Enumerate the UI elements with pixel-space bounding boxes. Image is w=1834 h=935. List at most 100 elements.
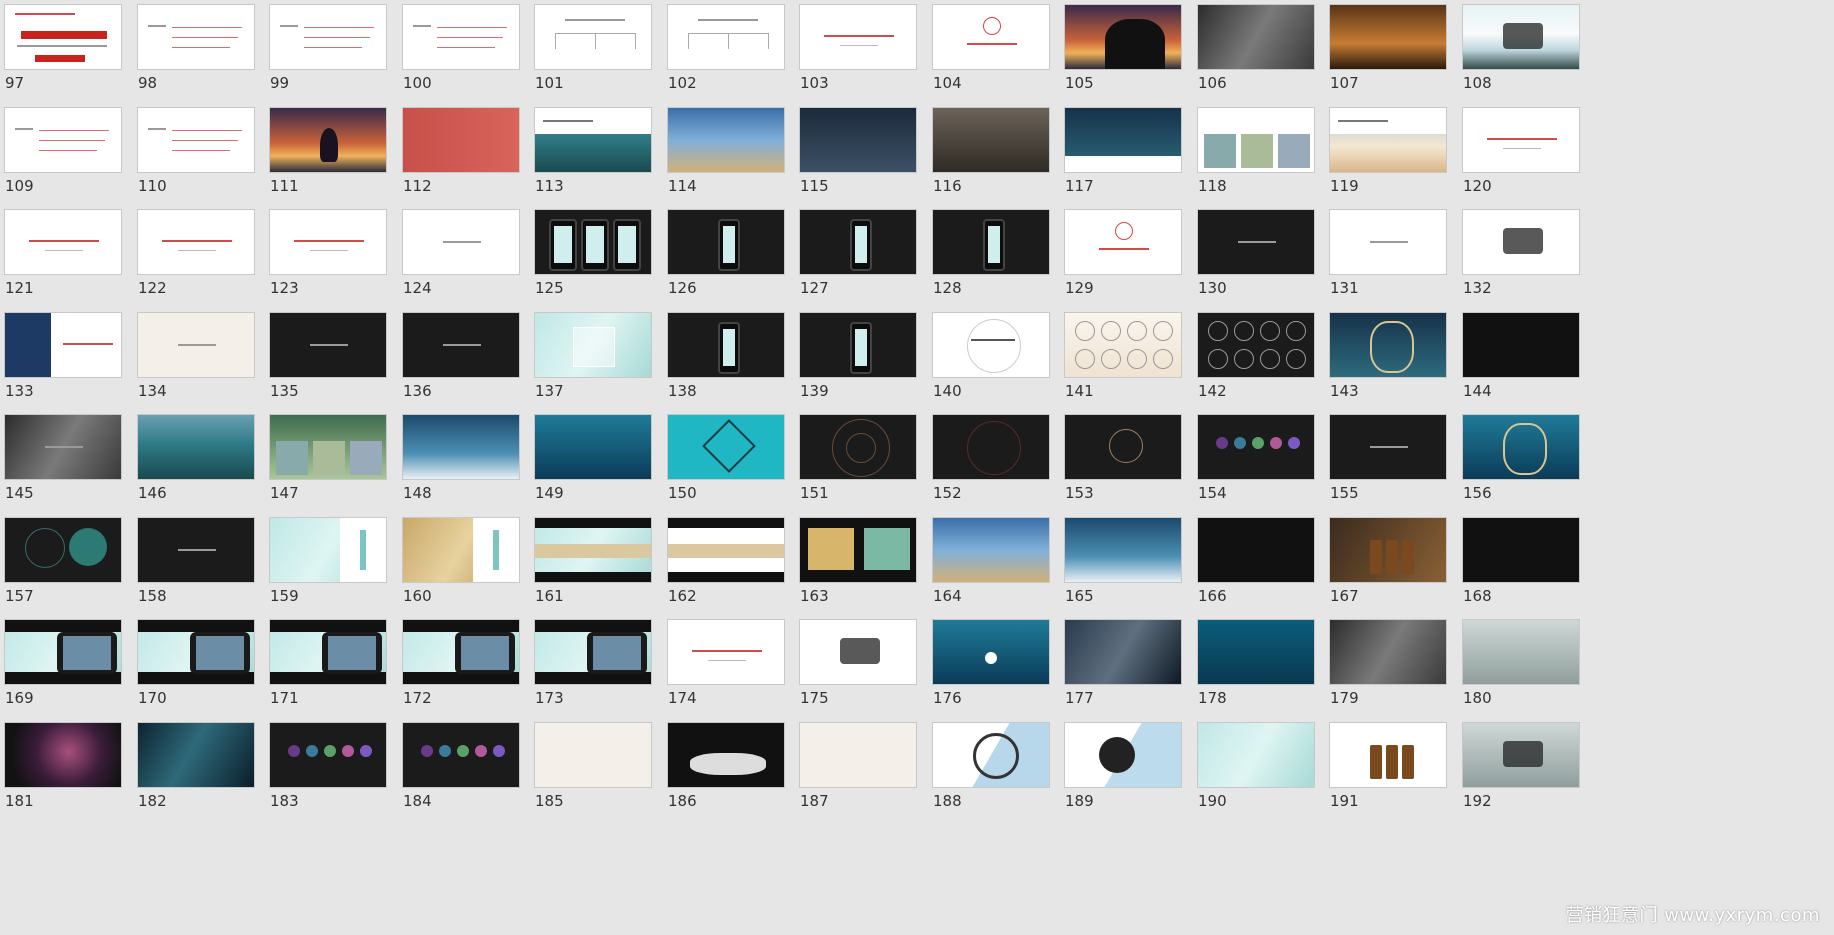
slide-preview[interactable] bbox=[1329, 722, 1447, 788]
slide-thumbnail-128[interactable]: 128 bbox=[928, 205, 1058, 315]
slide-thumbnail-192[interactable]: 192 bbox=[1458, 718, 1588, 828]
slide-preview[interactable] bbox=[137, 107, 255, 173]
slide-preview[interactable] bbox=[932, 619, 1050, 685]
slide-preview[interactable] bbox=[1329, 414, 1447, 480]
slide-thumbnail-131[interactable]: 131 bbox=[1325, 205, 1455, 315]
slide-preview[interactable] bbox=[1064, 312, 1182, 378]
slide-preview[interactable] bbox=[667, 312, 785, 378]
slide-preview[interactable] bbox=[667, 4, 785, 70]
slide-preview[interactable] bbox=[1064, 107, 1182, 173]
slide-thumbnail-171[interactable]: 171 bbox=[265, 615, 395, 725]
slide-thumbnail-117[interactable]: 117 bbox=[1060, 103, 1190, 213]
slide-thumbnail-104[interactable]: 104 bbox=[928, 0, 1058, 110]
slide-preview[interactable] bbox=[534, 722, 652, 788]
slide-preview[interactable] bbox=[269, 414, 387, 480]
slide-thumbnail-188[interactable]: 188 bbox=[928, 718, 1058, 828]
slide-preview[interactable] bbox=[932, 517, 1050, 583]
slide-preview[interactable] bbox=[1462, 517, 1580, 583]
slide-thumbnail-148[interactable]: 148 bbox=[398, 410, 528, 520]
slide-thumbnail-121[interactable]: 121 bbox=[0, 205, 130, 315]
slide-preview[interactable] bbox=[137, 414, 255, 480]
slide-preview[interactable] bbox=[534, 209, 652, 275]
slide-thumbnail-141[interactable]: 141 bbox=[1060, 308, 1190, 418]
slide-preview[interactable] bbox=[1197, 4, 1315, 70]
slide-thumbnail-156[interactable]: 156 bbox=[1458, 410, 1588, 520]
slide-preview[interactable] bbox=[137, 312, 255, 378]
slide-preview[interactable] bbox=[534, 107, 652, 173]
slide-thumbnail-105[interactable]: 105 bbox=[1060, 0, 1190, 110]
slide-thumbnail-172[interactable]: 172 bbox=[398, 615, 528, 725]
slide-thumbnail-150[interactable]: 150 bbox=[663, 410, 793, 520]
slide-thumbnail-189[interactable]: 189 bbox=[1060, 718, 1190, 828]
slide-thumbnail-160[interactable]: 160 bbox=[398, 513, 528, 623]
slide-preview[interactable] bbox=[1329, 209, 1447, 275]
slide-thumbnail-155[interactable]: 155 bbox=[1325, 410, 1455, 520]
slide-thumbnail-161[interactable]: 161 bbox=[530, 513, 660, 623]
slide-preview[interactable] bbox=[534, 517, 652, 583]
slide-thumbnail-132[interactable]: 132 bbox=[1458, 205, 1588, 315]
slide-preview[interactable] bbox=[1329, 619, 1447, 685]
slide-thumbnail-103[interactable]: 103 bbox=[795, 0, 925, 110]
slide-preview[interactable] bbox=[932, 107, 1050, 173]
slide-thumbnail-134[interactable]: 134 bbox=[133, 308, 263, 418]
slide-thumbnail-166[interactable]: 166 bbox=[1193, 513, 1323, 623]
slide-preview[interactable] bbox=[4, 4, 122, 70]
slide-preview[interactable] bbox=[1064, 4, 1182, 70]
slide-thumbnail-136[interactable]: 136 bbox=[398, 308, 528, 418]
slide-thumbnail-101[interactable]: 101 bbox=[530, 0, 660, 110]
slide-preview[interactable] bbox=[534, 4, 652, 70]
slide-thumbnail-165[interactable]: 165 bbox=[1060, 513, 1190, 623]
slide-preview[interactable] bbox=[799, 4, 917, 70]
slide-thumbnail-97[interactable]: 97 bbox=[0, 0, 130, 110]
slide-thumbnail-145[interactable]: 145 bbox=[0, 410, 130, 520]
slide-thumbnail-130[interactable]: 130 bbox=[1193, 205, 1323, 315]
slide-preview[interactable] bbox=[667, 209, 785, 275]
slide-preview[interactable] bbox=[402, 209, 520, 275]
slide-thumbnail-116[interactable]: 116 bbox=[928, 103, 1058, 213]
slide-preview[interactable] bbox=[137, 517, 255, 583]
slide-thumbnail-159[interactable]: 159 bbox=[265, 513, 395, 623]
slide-preview[interactable] bbox=[1462, 619, 1580, 685]
slide-thumbnail-190[interactable]: 190 bbox=[1193, 718, 1323, 828]
slide-preview[interactable] bbox=[402, 312, 520, 378]
slide-preview[interactable] bbox=[799, 312, 917, 378]
slide-preview[interactable] bbox=[402, 4, 520, 70]
slide-thumbnail-187[interactable]: 187 bbox=[795, 718, 925, 828]
slide-thumbnail-143[interactable]: 143 bbox=[1325, 308, 1455, 418]
slide-preview[interactable] bbox=[1329, 107, 1447, 173]
slide-preview[interactable] bbox=[269, 619, 387, 685]
slide-thumbnail-126[interactable]: 126 bbox=[663, 205, 793, 315]
slide-preview[interactable] bbox=[667, 517, 785, 583]
slide-preview[interactable] bbox=[932, 414, 1050, 480]
slide-preview[interactable] bbox=[667, 414, 785, 480]
slide-thumbnail-184[interactable]: 184 bbox=[398, 718, 528, 828]
slide-thumbnail-123[interactable]: 123 bbox=[265, 205, 395, 315]
slide-preview[interactable] bbox=[4, 414, 122, 480]
slide-preview[interactable] bbox=[932, 312, 1050, 378]
slide-preview[interactable] bbox=[4, 619, 122, 685]
slide-thumbnail-124[interactable]: 124 bbox=[398, 205, 528, 315]
slide-thumbnail-152[interactable]: 152 bbox=[928, 410, 1058, 520]
slide-preview[interactable] bbox=[534, 619, 652, 685]
slide-preview[interactable] bbox=[269, 517, 387, 583]
slide-preview[interactable] bbox=[4, 312, 122, 378]
slide-thumbnail-175[interactable]: 175 bbox=[795, 615, 925, 725]
slide-thumbnail-168[interactable]: 168 bbox=[1458, 513, 1588, 623]
slide-thumbnail-142[interactable]: 142 bbox=[1193, 308, 1323, 418]
slide-preview[interactable] bbox=[534, 312, 652, 378]
slide-thumbnail-122[interactable]: 122 bbox=[133, 205, 263, 315]
slide-thumbnail-180[interactable]: 180 bbox=[1458, 615, 1588, 725]
slide-preview[interactable] bbox=[799, 619, 917, 685]
slide-thumbnail-173[interactable]: 173 bbox=[530, 615, 660, 725]
slide-thumbnail-176[interactable]: 176 bbox=[928, 615, 1058, 725]
slide-preview[interactable] bbox=[1064, 722, 1182, 788]
slide-thumbnail-157[interactable]: 157 bbox=[0, 513, 130, 623]
slide-thumbnail-183[interactable]: 183 bbox=[265, 718, 395, 828]
slide-thumbnail-139[interactable]: 139 bbox=[795, 308, 925, 418]
slide-thumbnail-182[interactable]: 182 bbox=[133, 718, 263, 828]
slide-preview[interactable] bbox=[1064, 414, 1182, 480]
slide-preview[interactable] bbox=[1329, 517, 1447, 583]
slide-preview[interactable] bbox=[1197, 517, 1315, 583]
slide-thumbnail-163[interactable]: 163 bbox=[795, 513, 925, 623]
slide-preview[interactable] bbox=[269, 209, 387, 275]
